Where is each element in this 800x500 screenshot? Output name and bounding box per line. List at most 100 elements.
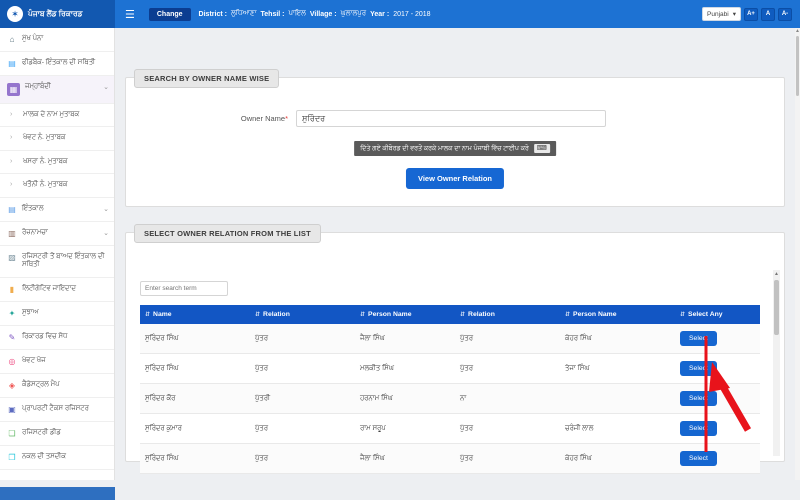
table-row: ਸੁਰਿੰਦਰ ਸਿੰਘ ਪੁੱਤਰ ਮਲਕੀਤ ਸਿੰਘ ਪੁੱਤਰ ਤੇਜਾ… [140,353,760,384]
sidebar-item-label: ਮੁੱਖ ਪੰਨਾ [22,35,44,42]
sidebar-item-label: ਨਕਲ ਦੀ ਤਸਦੀਕ [22,452,66,460]
scroll-up-icon[interactable]: ▲ [773,270,780,278]
copy-verify-icon: ❐ [8,452,16,462]
select-button[interactable]: Select [680,421,717,436]
table-header-row: ⇵ Name ⇵ Relation ⇵ Person Name ⇵ Relation ⇵… [140,305,760,324]
table-scrollbar[interactable]: ▲ [773,270,780,456]
cell-relation: ਪੁੱਤਰ [250,353,355,384]
cell-name: ਸੁਰਿੰਦਰ ਸਿੰਘ [140,353,250,384]
language-select[interactable]: Punjabi ▾ [702,7,741,21]
cell-relation: ਪੁੱਤਰ [455,353,560,384]
app-title: ਪੰਜਾਬ ਲੈਂਡ ਰਿਕਾਰਡ [28,9,83,18]
select-button[interactable]: Select [680,391,717,406]
column-header-person-name-2[interactable]: ⇵ Person Name [560,305,675,324]
cell-relation: ਪੁੱਤਰ [455,413,560,444]
owner-relation-card: SELECT OWNER RELATION FROM THE LIST ⇵Nam… [125,224,785,474]
sort-icon: ⇵ [255,312,261,318]
column-header-select-any[interactable]: ⇵ Select Any [675,305,760,324]
cell-name: ਸੁਰਿੰਦਰ ਕੌਰ [140,383,250,414]
sidebar-item-label: ਖੇਵਟ ਖੋਜ [22,356,46,364]
cell-person-name: ਚਰੰਜੀ ਲਾਲ [560,413,675,444]
cell-person-name: ਜੈਲਾ ਸਿੰਘ [355,443,455,474]
cell-person-name: ਕੇਹਰ ਸਿੰਘ [560,443,675,474]
tax-register-icon: ▣ [8,404,16,414]
sidebar-item-mutation[interactable]: ▤ ਇੰਤਕਾਲ ⌄ [0,197,114,222]
chevron-down-icon: ⌄ [103,205,109,213]
table-search-input[interactable] [140,281,228,296]
cell-person-name: ਰਾਮ ਸਰੂਪ [355,413,455,444]
cell-relation: ਪੁੱਤਰ [455,443,560,474]
font-size-decrease-button[interactable]: A- [778,7,792,21]
deed-icon: ❏ [8,428,16,438]
cell-name: ਸੁਰਿੰਦਰ ਸਿੰਘ [140,443,250,474]
district-label: District : [198,10,227,18]
sidebar-item-label: ਪ੍ਰਾਪਰਟੀ ਟੈਕਸ ਰਜਿਸਟਰ [22,404,89,412]
district-value: ਲੁਧਿਆਣਾ [230,10,257,17]
column-header-person-name-1[interactable]: ⇵ Person Name [355,305,455,324]
sidebar-item-label: ਸੁਝਾਅ [22,308,39,316]
hamburger-menu-icon[interactable]: ☰ [125,8,135,21]
sidebar-item-feedback-mutation-status[interactable]: ▤ ਫੀਡਬੈਕ- ਇੰਤਕਾਲ ਦੀ ਸਥਿਤੀ [0,52,114,76]
sidebar-item-label: ਰਜਿਸਟਰੀ ਤੋਂ ਬਾਅਦ ਇੰਤਕਾਲ ਦੀ ਸਥਿਤੀ [22,252,105,269]
pencil-icon: ✎ [8,332,16,342]
sidebar-item-khewat-search[interactable]: ◎ ਖੇਵਟ ਖੋਜ [0,349,114,374]
chevron-down-icon: ⌄ [103,84,109,91]
sidebar-item-label: ਇੰਤਕਾਲ [22,204,44,212]
sidebar-item-mutation-after-registry[interactable]: ▨ ਰਜਿਸਟਰੀ ਤੋਂ ਬਾਅਦ ਇੰਤਕਾਲ ਦੀ ਸਥਿਤੀ [0,245,114,278]
sidebar-scrollbar[interactable]: ▲ [795,28,800,480]
font-size-increase-button[interactable]: A+ [744,7,758,21]
sort-icon: ⇵ [145,312,151,318]
sidebar-item-suggestions[interactable]: ✦ ਸੁਝਾਅ [0,301,114,326]
cell-person-name: ਹਰਨਾਮ ਸਿੰਘ [355,383,455,414]
column-header-relation-1[interactable]: ⇵ Relation [250,305,355,324]
sidebar-item-jamabandi[interactable]: ▦ ਜਮ੍ਹਾਂਬੰਦੀ ⌄ [0,76,114,104]
sidebar-item-cadastral-map[interactable]: ◈ ਕੈਡੇਸਟ੍ਰਲ ਮੈਪ [0,373,114,398]
scrollbar-thumb[interactable] [774,280,779,335]
select-button[interactable]: Select [680,331,717,346]
sidebar-item-record-correction[interactable]: ✎ ਰਿਕਾਰਡ ਵਿਚ ਸੋਧ [0,325,114,350]
sidebar-item-registry-deed[interactable]: ❏ ਰਜਿਸਟਰੀ ਡੀਡ [0,421,114,446]
sidebar-subitem-by-khatauni-no[interactable]: › ਖਤੌਨੀ ਨੰ. ਮੁਤਾਬਕ [0,174,114,198]
keyboard-icon[interactable]: ⌨ [533,144,550,153]
search-icon: ◎ [8,356,16,366]
owner-name-input[interactable] [296,110,606,127]
document-icon: ▤ [8,204,16,214]
logo-block: ✶ ਪੰਜਾਬ ਲੈਂਡ ਰਿਕਾਰਡ [0,0,115,28]
view-owner-relation-button[interactable]: View Owner Relation [405,168,505,189]
change-location-button[interactable]: Change [148,7,191,21]
chevron-down-icon: ⌄ [103,229,109,237]
sidebar-item-label: ਮਾਲਕ ਦੇ ਨਾਮ ਮੁਤਾਬਕ [23,111,80,118]
sidebar-item-litigative-property[interactable]: ▮ ਲਿਟੀਗੇਟਿਵ ਜਾਇਦਾਦ [0,277,114,302]
sidebar-item-copy-verification[interactable]: ❐ ਨਕਲ ਦੀ ਤਸਦੀਕ [0,445,114,470]
sidebar-item-label: ਖਤੌਨੀ ਨੰ. ਮੁਤਾਬਕ [23,181,68,189]
sidebar-item-property-tax-register[interactable]: ▣ ਪ੍ਰਾਪਰਟੀ ਟੈਕਸ ਰਜਿਸਟਰ [0,397,114,422]
sidebar-subitem-by-khewat-no[interactable]: › ਖੇਵਟ ਨੰ. ਮੁਤਾਬਕ [0,127,114,151]
relation-section-title: SELECT OWNER RELATION FROM THE LIST [134,224,321,243]
select-button[interactable]: Select [680,451,717,466]
font-size-normal-button[interactable]: A [761,7,775,21]
sidebar-item-label: ਖਸਰਾ ਨੰ. ਮੁਤਾਬਕ [23,157,68,165]
chevron-right-icon: › [10,181,13,189]
cell-person-name [560,383,675,414]
sidebar-item-label: ਲਿਟੀਗੇਟਿਵ ਜਾਇਦਾਦ [22,284,76,292]
table-row: ਸੁਰਿੰਦਰ ਕੌਰ ਪੁੱਤਰੀ ਹਰਨਾਮ ਸਿੰਘ ਨਾ Select [140,383,760,414]
sidebar-item-home[interactable]: ⌂ ਮੁੱਖ ਪੰਨਾ [0,28,114,52]
punjab-emblem-logo: ✶ [7,6,23,22]
sidebar-item-roznamcha[interactable]: ▥ ਰੋਜ਼ਨਾਮਚਾ ⌄ [0,221,114,246]
column-header-relation-2[interactable]: ⇵ Relation [455,305,560,324]
table-row: ਸੁਰਿੰਦਰ ਸਿੰਘ ਪੁੱਤਰ ਜੈਲਾ ਸਿੰਘ ਪੁੱਤਰ ਕੇਹਰ … [140,324,760,354]
sidebar-subitem-by-owner-name[interactable]: › ਮਾਲਕ ਦੇ ਨਾਮ ਮੁਤਾਬਕ [0,104,114,128]
select-button[interactable]: Select [680,361,717,376]
cell-relation: ਪੁੱਤਰੀ [250,383,355,414]
sidebar-item-label: ਫੀਡਬੈਕ- ਇੰਤਕਾਲ ਦੀ ਸਥਿਤੀ [22,59,96,66]
sidebar-subitem-by-khasra-no[interactable]: › ਖਸਰਾ ਨੰ. ਮੁਤਾਬਕ [0,150,114,175]
scroll-up-icon[interactable]: ▲ [795,28,800,34]
scrollbar-thumb[interactable] [796,36,799,96]
chevron-down-icon: ▾ [732,11,736,18]
tehsil-value: ਪਾਇਲ [288,10,306,17]
cell-name: ਸੁਰਿੰਦਰ ਸਿੰਘ [140,324,250,354]
main-content: SEARCH BY OWNER NAME WISE Owner Name* ਦਿ… [115,28,800,500]
chevron-right-icon: › [10,111,13,118]
cell-relation: ਪੁੱਤਰ [455,324,560,354]
column-header-name[interactable]: ⇵ Name [140,305,250,324]
